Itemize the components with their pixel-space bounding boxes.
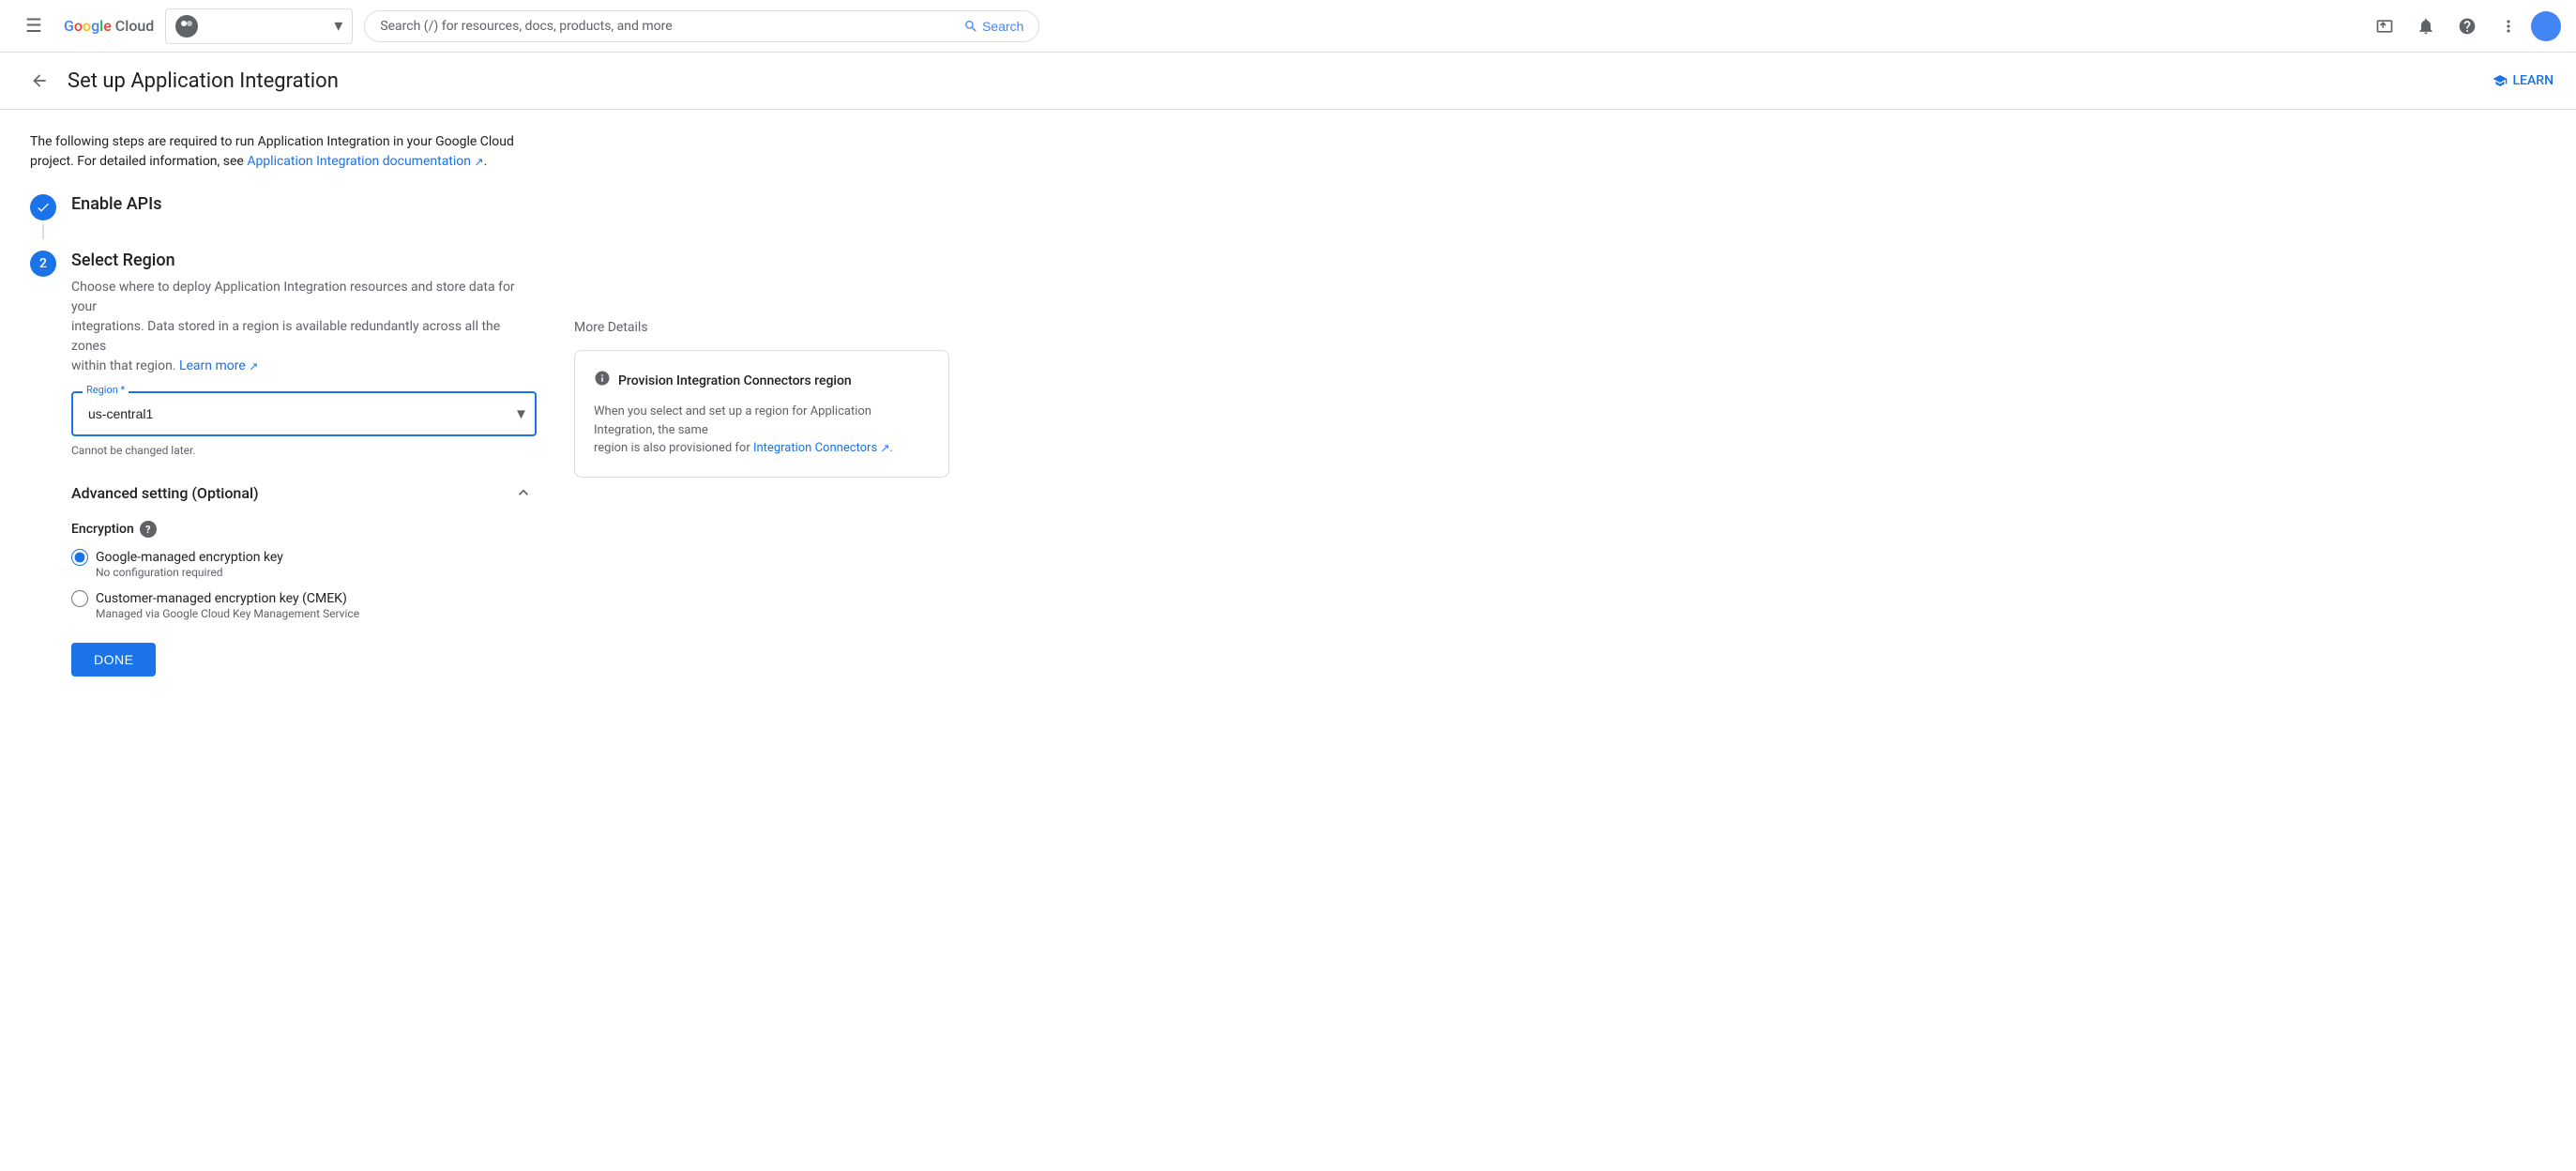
step-2-title: Select Region bbox=[71, 251, 537, 270]
region-label: Region * bbox=[83, 384, 129, 396]
back-button[interactable] bbox=[23, 64, 56, 98]
card-title: Provision Integration Connectors region bbox=[618, 373, 852, 388]
search-bar[interactable]: Search (/) for resources, docs, products… bbox=[364, 10, 1039, 42]
topbar-left: ☰ Google Cloud ▾ bbox=[15, 8, 353, 45]
steps-container: Enable APIs 2 Select Region Choose where… bbox=[30, 194, 537, 699]
done-button[interactable]: DONE bbox=[71, 643, 156, 677]
google-managed-option: Google-managed encryption key No configu… bbox=[71, 549, 537, 579]
cmek-radio-label[interactable]: Customer-managed encryption key (CMEK) bbox=[71, 590, 537, 607]
docs-link[interactable]: Application Integration documentation ↗ bbox=[247, 154, 483, 169]
info-icon bbox=[594, 370, 611, 391]
search-placeholder-text: Search (/) for resources, docs, products… bbox=[380, 19, 956, 34]
cloud-text: Cloud bbox=[115, 17, 155, 35]
advanced-settings-title: Advanced setting (Optional) bbox=[71, 484, 259, 502]
step-1: Enable APIs bbox=[30, 194, 537, 243]
google-managed-radio-label[interactable]: Google-managed encryption key bbox=[71, 549, 537, 566]
main-content: The following steps are required to run … bbox=[0, 110, 2576, 722]
step-2-description: Choose where to deploy Application Integ… bbox=[71, 278, 537, 376]
user-avatar[interactable] bbox=[2531, 11, 2561, 41]
topbar-right bbox=[2366, 8, 2561, 45]
terminal-button[interactable] bbox=[2366, 8, 2403, 45]
step-2-number-icon: 2 bbox=[30, 251, 56, 277]
region-field: Region * us-central1 us-east1 europe-wes… bbox=[71, 391, 537, 436]
card-header: Provision Integration Connectors region bbox=[594, 370, 930, 391]
search-button-label: Search bbox=[982, 19, 1023, 34]
encryption-section: Encryption ? Google-managed encryption k… bbox=[71, 521, 537, 620]
external-link-icon: ↗ bbox=[475, 155, 484, 168]
card-body: When you select and set up a region for … bbox=[594, 403, 930, 458]
google-managed-radio[interactable] bbox=[71, 549, 88, 566]
learn-link[interactable]: LEARN bbox=[2493, 73, 2554, 88]
collapse-button[interactable] bbox=[510, 479, 537, 506]
page-title: Set up Application Integration bbox=[68, 69, 339, 93]
encryption-help-icon[interactable]: ? bbox=[140, 521, 157, 538]
left-panel: The following steps are required to run … bbox=[30, 132, 537, 699]
step-2-content: Select Region Choose where to deploy App… bbox=[71, 251, 537, 692]
step-1-title: Enable APIs bbox=[71, 194, 537, 214]
cmek-option: Customer-managed encryption key (CMEK) M… bbox=[71, 590, 537, 620]
project-selector[interactable]: ▾ bbox=[165, 8, 353, 44]
intro-text: The following steps are required to run … bbox=[30, 132, 537, 172]
region-select[interactable]: us-central1 us-east1 europe-west1 asia-e… bbox=[71, 391, 537, 436]
integration-connectors-link[interactable]: Integration Connectors ↗ bbox=[753, 441, 890, 455]
google-cloud-logo[interactable]: Google Cloud bbox=[64, 17, 154, 35]
step-1-check-icon bbox=[30, 194, 56, 221]
google-text: Google bbox=[64, 17, 112, 35]
cmek-label: Customer-managed encryption key (CMEK) bbox=[96, 591, 347, 606]
more-details-title: More Details bbox=[574, 320, 2546, 335]
dropdown-arrow-icon: ▾ bbox=[334, 16, 342, 36]
step-1-content: Enable APIs bbox=[71, 194, 537, 243]
step-2: 2 Select Region Choose where to deploy A… bbox=[30, 251, 537, 692]
subheader: Set up Application Integration LEARN bbox=[0, 53, 2576, 110]
google-managed-label: Google-managed encryption key bbox=[96, 550, 283, 565]
google-managed-desc: No configuration required bbox=[96, 566, 537, 579]
connectors-external-link-icon: ↗ bbox=[880, 442, 889, 455]
learn-more-link[interactable]: Learn more ↗ bbox=[179, 358, 258, 373]
project-avatar bbox=[175, 15, 198, 38]
encryption-label: Encryption ? bbox=[71, 521, 537, 538]
hamburger-menu-button[interactable]: ☰ bbox=[15, 8, 53, 45]
topbar: ☰ Google Cloud ▾ Search (/) for resource… bbox=[0, 0, 2576, 53]
more-options-button[interactable] bbox=[2490, 8, 2527, 45]
step-1-indicator bbox=[30, 194, 56, 243]
search-button[interactable]: Search bbox=[963, 19, 1023, 34]
right-panel: More Details Provision Integration Conne… bbox=[574, 132, 2546, 699]
cmek-desc: Managed via Google Cloud Key Management … bbox=[96, 607, 537, 620]
cmek-radio[interactable] bbox=[71, 590, 88, 607]
advanced-settings-header: Advanced setting (Optional) bbox=[71, 479, 537, 506]
step-2-indicator: 2 bbox=[30, 251, 56, 692]
step-connector-line bbox=[42, 224, 44, 239]
cannot-change-hint: Cannot be changed later. bbox=[71, 444, 537, 457]
learn-more-external-icon: ↗ bbox=[249, 359, 258, 373]
notifications-button[interactable] bbox=[2407, 8, 2445, 45]
help-button[interactable] bbox=[2448, 8, 2486, 45]
provision-connectors-card: Provision Integration Connectors region … bbox=[574, 350, 949, 478]
